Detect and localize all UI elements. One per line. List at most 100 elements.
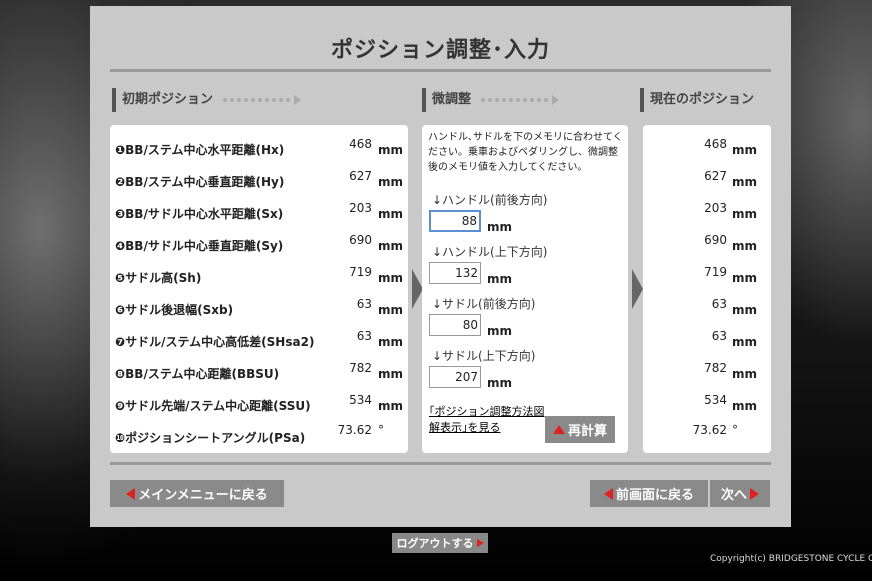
current-row: 203 mm: [643, 201, 771, 225]
unit-label: mm: [378, 335, 404, 349]
current-position-header: 現在のポジション: [640, 88, 780, 112]
row-value: 63: [356, 329, 372, 343]
unit-label: mm: [378, 399, 404, 413]
unit-label: mm: [378, 367, 404, 381]
initial-row: ❶BB/ステム中心水平距離(Hx) 468 mm: [110, 137, 408, 161]
unit-label: °: [378, 423, 384, 437]
unit-label: °: [732, 423, 738, 437]
main-menu-button[interactable]: メインメニューに戻る: [110, 480, 284, 507]
row-label: ❸BB/サドル中心水平距離(Sx): [115, 207, 284, 221]
row-value: 690: [349, 233, 372, 247]
right-arrow-icon: [476, 539, 484, 547]
initial-position-box: ❶BB/ステム中心水平距離(Hx) 468 mm ❷BB/ステム中心垂直距離(Hy) 6…: [110, 125, 408, 453]
current-row: 719 mm: [643, 265, 771, 289]
current-row: 73.62 °: [643, 423, 771, 449]
fine-adjust-box: ハンドル､サドルを下のメモリに合わせてください。乗車およびペダリングし、微調整後…: [422, 125, 628, 453]
unit-label: mm: [732, 143, 758, 157]
row-value: 690: [704, 233, 727, 247]
current-row: 63 mm: [643, 297, 771, 321]
next-button[interactable]: 次へ: [710, 480, 770, 507]
unit-label: mm: [487, 376, 513, 390]
row-label: ❹BB/サドル中心垂直距離(Sy): [115, 239, 284, 253]
row-value: 63: [356, 297, 372, 311]
dots-arrow-icon: [223, 95, 302, 105]
row-value: 73.62: [692, 423, 727, 437]
current-row: 782 mm: [643, 361, 771, 385]
initial-row: ❿ポジションシートアングル(PSa) 73.62 °: [110, 423, 408, 449]
unit-label: mm: [732, 303, 758, 317]
row-label: ❽BB/ステム中心距離(BBSU): [115, 367, 280, 381]
saddle-up-down-input[interactable]: [429, 366, 481, 388]
handle-front-back-label: ↓ハンドル(前後方向): [432, 193, 548, 207]
row-value: 203: [349, 201, 372, 215]
unit-label: mm: [732, 175, 758, 189]
row-label: ❻サドル後退幅(Sxb): [115, 303, 234, 317]
title-divider: [110, 69, 771, 72]
row-value: 468: [349, 137, 372, 151]
current-row: 627 mm: [643, 169, 771, 193]
row-label: ❷BB/ステム中心垂直距離(Hy): [115, 175, 285, 189]
copyright-text: Copyright(c) BRIDGESTONE CYCLE C: [710, 554, 872, 564]
row-value: 73.62: [337, 423, 372, 437]
right-arrow-icon: [750, 487, 759, 500]
handle-up-down-input[interactable]: [429, 262, 481, 284]
saddle-front-back-label: ↓サドル(前後方向): [432, 297, 536, 311]
fine-adjust-description: ハンドル､サドルを下のメモリに合わせてください。乗車およびペダリングし、微調整後…: [428, 132, 623, 173]
unit-label: mm: [378, 303, 404, 317]
unit-label: mm: [732, 367, 758, 381]
initial-row: ❽BB/ステム中心距離(BBSU) 782 mm: [110, 361, 408, 385]
recalculate-button[interactable]: 再計算: [545, 416, 615, 443]
handle-front-back-input[interactable]: [429, 210, 481, 232]
right-arrow-icon: [632, 269, 643, 309]
dots-arrow-icon: [481, 95, 560, 105]
position-guide-link[interactable]: ｢ポジション調整方法図解表示｣を見る: [429, 404, 549, 436]
unit-label: mm: [378, 239, 404, 253]
row-label: ❶BB/ステム中心水平距離(Hx): [115, 143, 285, 157]
up-arrow-icon: [552, 425, 565, 434]
row-value: 468: [704, 137, 727, 151]
main-panel: ポジション調整･入力 初期ポジション 微調整 現在のポジション ❶BB/ステム中…: [90, 6, 791, 527]
initial-row: ❹BB/サドル中心垂直距離(Sy) 690 mm: [110, 233, 408, 257]
page-title: ポジション調整･入力: [330, 38, 550, 63]
row-label: ❾サドル先端/ステム中心距離(SSU): [115, 399, 311, 413]
prev-screen-button[interactable]: 前画面に戻る: [590, 480, 708, 507]
unit-label: mm: [378, 207, 404, 221]
saddle-up-down-label: ↓サドル(上下方向): [432, 349, 536, 363]
unit-label: mm: [732, 399, 758, 413]
fine-adjust-header: 微調整: [422, 88, 622, 112]
initial-row: ❸BB/サドル中心水平距離(Sx) 203 mm: [110, 201, 408, 225]
row-value: 719: [349, 265, 372, 279]
current-position-box: 468 mm 627 mm 203 mm 690 mm 719 mm 63 mm 63 mm 782 mm 53…: [643, 125, 771, 453]
row-label: ❺サドル高(Sh): [115, 271, 202, 285]
unit-label: mm: [378, 271, 404, 285]
unit-label: mm: [487, 272, 513, 286]
row-value: 782: [349, 361, 372, 375]
unit-label: mm: [732, 271, 758, 285]
left-arrow-icon: [126, 487, 136, 500]
row-label: ❿ポジションシートアングル(PSa): [115, 431, 306, 445]
row-value: 203: [704, 201, 727, 215]
unit-label: mm: [487, 220, 513, 234]
unit-label: mm: [732, 239, 758, 253]
unit-label: mm: [732, 207, 758, 221]
current-row: 468 mm: [643, 137, 771, 161]
saddle-front-back-input[interactable]: [429, 314, 481, 336]
row-value: 63: [711, 297, 727, 311]
unit-label: mm: [487, 324, 513, 338]
bottom-divider: [110, 462, 771, 465]
current-row: 690 mm: [643, 233, 771, 257]
initial-position-header: 初期ポジション: [112, 88, 392, 112]
handle-up-down-label: ↓ハンドル(上下方向): [432, 245, 548, 259]
initial-row: ❾サドル先端/ステム中心距離(SSU) 534 mm: [110, 393, 408, 417]
initial-row: ❼サドル/ステム中心高低差(SHsa2) 63 mm: [110, 329, 408, 353]
current-row: 534 mm: [643, 393, 771, 417]
unit-label: mm: [378, 175, 404, 189]
initial-row: ❻サドル後退幅(Sxb) 63 mm: [110, 297, 408, 321]
logout-button[interactable]: ログアウトする: [392, 533, 488, 553]
current-row: 63 mm: [643, 329, 771, 353]
row-label: ❼サドル/ステム中心高低差(SHsa2): [115, 335, 315, 349]
initial-row: ❷BB/ステム中心垂直距離(Hy) 627 mm: [110, 169, 408, 193]
row-value: 627: [349, 169, 372, 183]
row-value: 63: [711, 329, 727, 343]
row-value: 534: [349, 393, 372, 407]
